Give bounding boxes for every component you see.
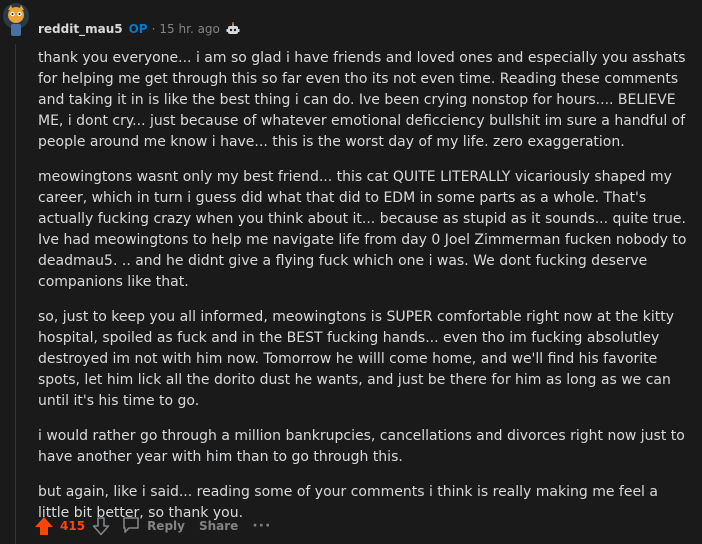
timestamp[interactable]: 15 hr. ago [159, 22, 219, 36]
comment-paragraph: thank you everyone... i am so glad i hav… [38, 50, 686, 150]
thread-line[interactable] [15, 44, 16, 544]
downvote-arrow-icon[interactable] [89, 514, 113, 538]
avatar[interactable] [2, 2, 30, 38]
author-name[interactable]: reddit_mau5 [38, 22, 123, 36]
op-badge: OP [128, 22, 148, 36]
comment-paragraph: meowingtons wasnt only my best friend...… [38, 169, 687, 290]
meta-separator: · [151, 22, 156, 36]
comment-actions: 415 Reply Share ··· [32, 515, 271, 537]
comment-body: thank you everyone... i am so glad i hav… [38, 48, 688, 538]
comment-paragraph: i would rather go through a million bank… [38, 428, 685, 465]
upvote-arrow-icon[interactable] [32, 514, 56, 538]
reply-button[interactable]: Reply [121, 515, 185, 538]
comment-paragraph: so, just to keep you all informed, meowi… [38, 309, 674, 409]
comment: reddit_mau5 OP · 15 hr. ago thank you ev… [0, 0, 702, 544]
ellipsis-icon[interactable]: ··· [252, 518, 271, 534]
vote-score: 415 [60, 519, 86, 533]
robot-award-icon[interactable] [225, 21, 241, 37]
comment-meta: reddit_mau5 OP · 15 hr. ago [38, 21, 241, 37]
speech-bubble-icon [121, 515, 141, 538]
share-button[interactable]: Share [199, 519, 238, 533]
reply-label: Reply [147, 519, 185, 533]
